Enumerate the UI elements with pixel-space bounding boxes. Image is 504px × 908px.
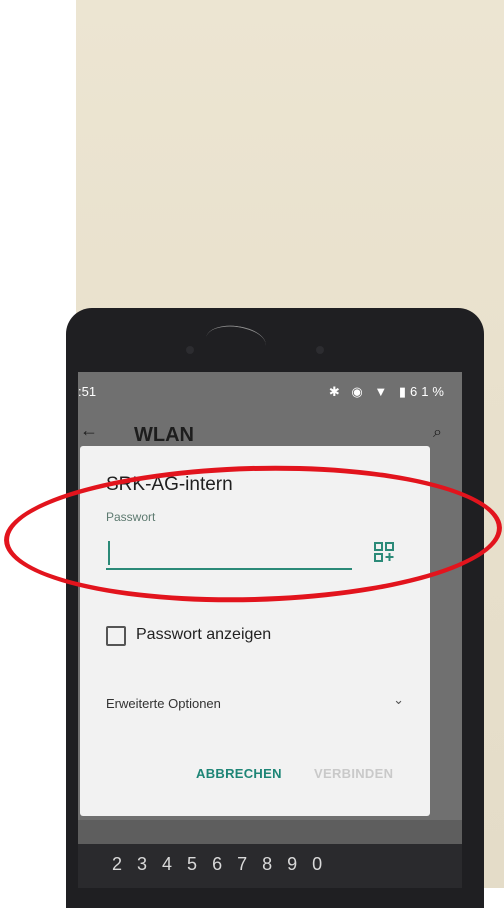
cancel-button[interactable]: ABBRECHEN (196, 766, 282, 781)
show-password-label: Passwort anzeigen (136, 626, 272, 643)
connect-button[interactable]: VERBINDEN (314, 766, 393, 781)
key-2[interactable]: 2 (112, 854, 122, 875)
key-7[interactable]: 7 (237, 854, 247, 875)
advanced-options-toggle[interactable]: Erweiterte Optionen (106, 696, 221, 711)
key-9[interactable]: 9 (287, 854, 297, 875)
search-icon[interactable]: ⌕ (433, 424, 442, 442)
keyboard-number-row: 2 3 4 5 6 7 8 9 0 (112, 854, 322, 875)
proximity-sensor (316, 346, 324, 354)
chevron-down-icon[interactable]: ⌄ (393, 692, 404, 708)
keyboard: 2 3 4 5 6 7 8 9 0 (78, 844, 462, 888)
phone-screen: :51 ✱ ◉ ▼ ▮61% ← WLAN ⌕ SRK-AG-intern Pa… (78, 372, 462, 888)
app-bar: ← WLAN ⌕ (78, 406, 462, 450)
status-bar: :51 ✱ ◉ ▼ ▮61% (78, 372, 462, 406)
key-4[interactable]: 4 (162, 854, 172, 875)
back-arrow-icon[interactable]: ← (80, 420, 98, 441)
battery-percentage: 61% (409, 384, 448, 399)
key-3[interactable]: 3 (137, 854, 147, 875)
key-6[interactable]: 6 (212, 854, 222, 875)
status-icons-glyphs: ✱ ◉ ▼ ▮ (328, 384, 410, 399)
key-8[interactable]: 8 (262, 854, 272, 875)
front-camera (186, 346, 194, 354)
status-time: :51 (78, 384, 97, 399)
key-5[interactable]: 5 (187, 854, 197, 875)
key-0[interactable]: 0 (312, 854, 322, 875)
page-title: WLAN (134, 424, 194, 446)
status-icons: ✱ ◉ ▼ ▮61% (329, 384, 448, 400)
show-password-checkbox[interactable] (106, 626, 126, 646)
